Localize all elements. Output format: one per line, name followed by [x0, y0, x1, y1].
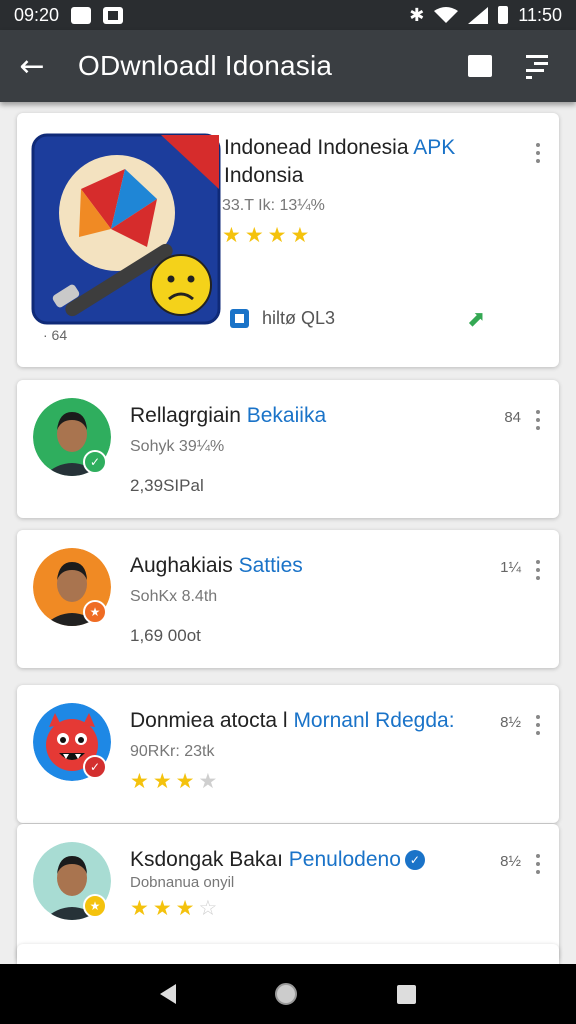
more-options-icon[interactable]	[535, 854, 541, 876]
app-meta: SohKx 8.4th	[130, 588, 218, 605]
more-options-icon[interactable]	[535, 560, 541, 582]
status-bar: 09:20 ✱ 11:50	[0, 0, 576, 30]
app-meta: Sohyk 39¼%	[130, 438, 225, 455]
nav-home-icon[interactable]	[275, 983, 298, 1005]
notification-icon	[71, 6, 92, 24]
app-name-highlight: APK	[413, 136, 456, 159]
list-item[interactable]: ✓ Rellagrgiain Bekaiika Sohyk 39¼% 2,39S…	[17, 380, 559, 518]
app-size: 8½	[500, 853, 521, 870]
star-icon: ★	[152, 896, 172, 920]
star-icon: ★	[130, 769, 149, 793]
more-options-icon[interactable]	[535, 410, 541, 432]
checkbox-icon[interactable]	[230, 309, 249, 328]
status-time-right: 11:50	[518, 4, 562, 25]
status-time: 09:20	[14, 4, 60, 25]
star-icon: ★	[244, 223, 264, 247]
app-name: Indonead Indonesia	[224, 136, 409, 159]
star-icon: ★	[222, 223, 241, 247]
list-item[interactable]: ✓ Donmiea atocta l Mornanl Rdegda: 90RKr…	[17, 685, 559, 823]
window-icon[interactable]	[468, 55, 492, 77]
star-icon: ★	[175, 769, 195, 793]
page-title: ODwnloadl Idonasia	[78, 50, 333, 81]
download-icon[interactable]: ⬈	[467, 307, 485, 332]
wifi-icon	[434, 7, 459, 23]
download-count: 2,39SIPal	[130, 476, 204, 495]
app-size: 1¼	[500, 559, 521, 576]
rating-stars: ★ ★ ★ ★	[130, 769, 217, 793]
app-name-highlight: Bekaiika	[246, 404, 327, 427]
app-size: 8½	[500, 714, 521, 731]
back-arrow-icon[interactable]: ←	[0, 30, 64, 102]
verified-icon: ✓	[404, 850, 425, 870]
star-icon: ★	[130, 896, 149, 920]
app-logo-icon	[31, 133, 221, 325]
app-name-highlight: Satties	[238, 554, 303, 577]
star-empty-icon: ☆	[198, 896, 218, 920]
badge-icon: ✓	[83, 755, 107, 779]
nav-back-icon[interactable]	[159, 984, 176, 1004]
rating-stars: ★ ★ ★ ★	[222, 223, 309, 247]
star-icon: ★	[290, 223, 310, 247]
app-size: 84	[504, 409, 521, 426]
notification-icon-2	[103, 6, 124, 24]
status-icons: ✱ 11:50	[409, 5, 562, 26]
small-label: · 64	[43, 327, 68, 343]
navigation-bar	[0, 964, 576, 1024]
app-name-highlight: Penulodeno	[288, 848, 401, 871]
rating-stars: ★ ★ ★ ☆	[130, 896, 217, 920]
badge-icon: ★	[83, 600, 107, 624]
star-icon: ★	[152, 769, 172, 793]
app-meta: 33.T Ik: 13¼%	[222, 197, 325, 214]
app-meta: 90RKr: 23tk	[130, 743, 215, 760]
badge-icon: ★	[83, 894, 107, 918]
app-sublabel: hiltø QL3	[262, 308, 336, 328]
more-options-icon[interactable]	[535, 143, 541, 165]
star-icon: ★	[175, 896, 195, 920]
list-item[interactable]: ★ Aughakiais Satties SohKx 8.4th 1,69 00…	[17, 530, 559, 668]
battery-icon	[498, 6, 509, 24]
featured-app-card[interactable]: Indonead Indonesia APK Indonsia 33.T Ik:…	[17, 113, 559, 367]
more-options-icon[interactable]	[535, 715, 541, 737]
signal-icon	[468, 6, 489, 24]
app-name-highlight: Mornanl Rdegda:	[293, 709, 455, 732]
app-name: Ksdongak Bakaı	[130, 848, 283, 871]
badge-icon: ✓	[83, 450, 107, 474]
app-name-line2: Indonsia	[224, 164, 304, 187]
bluetooth-icon: ✱	[409, 4, 425, 26]
app-name: Donmiea atocta l	[130, 709, 288, 732]
app-bar: ← ODwnloadl Idonasia	[0, 30, 576, 102]
star-empty-icon: ★	[198, 769, 218, 793]
download-count: 1,69 00ot	[130, 626, 201, 645]
app-meta: Dobnanua onyil	[130, 874, 235, 891]
nav-recents-icon[interactable]	[397, 984, 417, 1004]
star-icon: ★	[267, 223, 287, 247]
app-name: Aughakiais	[130, 554, 233, 577]
filter-icon[interactable]	[526, 53, 548, 79]
list-item[interactable]: ★ Ksdongak Bakaı Penulodeno ✓ Dobnanua on…	[17, 824, 559, 962]
app-name: Rellagrgiain	[130, 404, 241, 427]
